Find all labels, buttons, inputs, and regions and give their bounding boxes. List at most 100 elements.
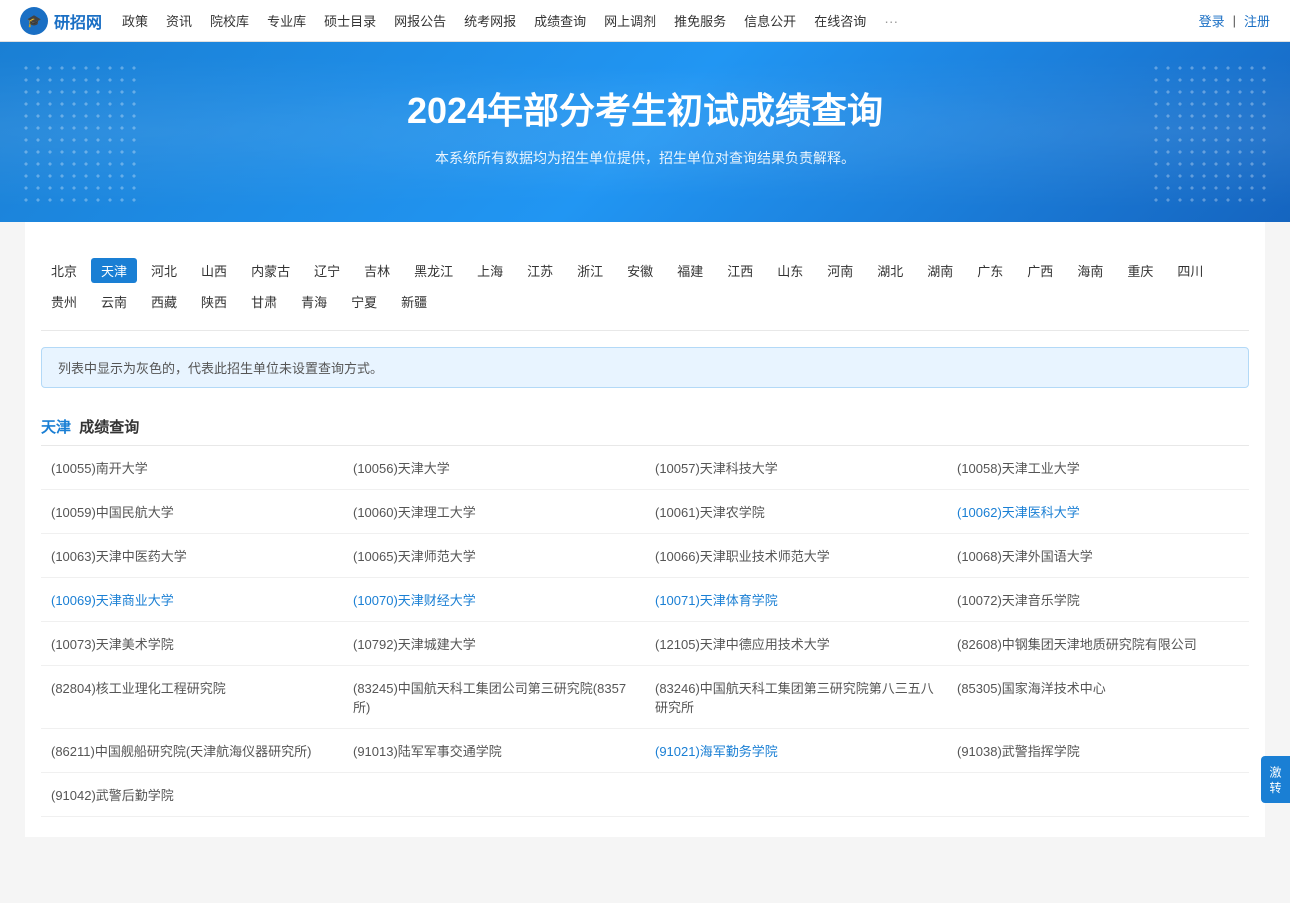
province-山西[interactable]: 山西 bbox=[191, 258, 237, 283]
table-cell: (10057)天津科技大学 bbox=[645, 446, 947, 490]
register-link[interactable]: 注册 bbox=[1244, 11, 1270, 30]
province-广西[interactable]: 广西 bbox=[1017, 258, 1063, 283]
table-cell bbox=[645, 773, 947, 817]
province-宁夏[interactable]: 宁夏 bbox=[341, 289, 387, 314]
nav-separator: | bbox=[1233, 13, 1236, 28]
province-河北[interactable]: 河北 bbox=[141, 258, 187, 283]
province-青海[interactable]: 青海 bbox=[291, 289, 337, 314]
table-cell[interactable]: (10070)天津财经大学 bbox=[343, 578, 645, 622]
nav-adjust[interactable]: 网上调剂 bbox=[604, 11, 656, 30]
province-辽宁[interactable]: 辽宁 bbox=[304, 258, 350, 283]
section-title: 天津 成绩查询 bbox=[41, 404, 1249, 446]
table-cell[interactable]: (91021)海军勤务学院 bbox=[645, 729, 947, 773]
table-cell: (10073)天津美术学院 bbox=[41, 622, 343, 666]
province-浙江[interactable]: 浙江 bbox=[567, 258, 613, 283]
main-container: 北京天津河北山西内蒙古辽宁吉林黑龙江上海江苏浙江安徽福建江西山东河南湖北湖南广东… bbox=[25, 222, 1265, 837]
province-云南[interactable]: 云南 bbox=[91, 289, 137, 314]
nav-policy[interactable]: 政策 bbox=[122, 11, 148, 30]
table-cell bbox=[343, 773, 645, 817]
table-cell: (10066)天津职业技术师范大学 bbox=[645, 534, 947, 578]
table-cell[interactable]: (10071)天津体育学院 bbox=[645, 578, 947, 622]
province-安徽[interactable]: 安徽 bbox=[617, 258, 663, 283]
table-row: (10059)中国民航大学(10060)天津理工大学(10061)天津农学院 (1… bbox=[41, 490, 1249, 534]
nav-report[interactable]: 统考网报 bbox=[464, 11, 516, 30]
nav-consult[interactable]: 在线咨询 bbox=[814, 11, 866, 30]
university-link[interactable]: (91021)海军勤务学院 bbox=[655, 744, 778, 759]
table-cell: (10055)南开大学 bbox=[41, 446, 343, 490]
banner-title: 2024年部分考生初试成绩查询 bbox=[20, 82, 1270, 134]
table-row: (10055)南开大学(10056)天津大学(10057)天津科技大学(1005… bbox=[41, 446, 1249, 490]
university-link[interactable]: (10071)天津体育学院 bbox=[655, 593, 778, 608]
header: 🎓 研招网 政策 资讯 院校库 专业库 硕士目录 网报公告 统考网报 成绩查询 … bbox=[0, 0, 1290, 42]
province-上海[interactable]: 上海 bbox=[467, 258, 513, 283]
province-新疆[interactable]: 新疆 bbox=[391, 289, 437, 314]
university-link[interactable]: (10069)天津商业大学 bbox=[51, 593, 174, 608]
banner-subtitle: 本系统所有数据均为招生单位提供，招生单位对查询结果负责解释。 bbox=[20, 148, 1270, 168]
nav-score[interactable]: 成绩查询 bbox=[534, 11, 586, 30]
table-cell: (91013)陆军军事交通学院 bbox=[343, 729, 645, 773]
table-cell: (10072)天津音乐学院 bbox=[947, 578, 1249, 622]
province-江西[interactable]: 江西 bbox=[717, 258, 763, 283]
province-广东[interactable]: 广东 bbox=[967, 258, 1013, 283]
province-海南[interactable]: 海南 bbox=[1067, 258, 1113, 283]
info-box: 列表中显示为灰色的，代表此招生单位未设置查询方式。 bbox=[41, 347, 1249, 388]
table-row: (10069)天津商业大学 (10070)天津财经大学 (10071)天津体育学院 (… bbox=[41, 578, 1249, 622]
table-cell: (10792)天津城建大学 bbox=[343, 622, 645, 666]
province-天津[interactable]: 天津 bbox=[91, 258, 137, 283]
main-content: 北京天津河北山西内蒙古辽宁吉林黑龙江上海江苏浙江安徽福建江西山东河南湖北湖南广东… bbox=[25, 222, 1265, 837]
nav-schools[interactable]: 院校库 bbox=[210, 11, 249, 30]
table-cell: (82608)中钢集团天津地质研究院有限公司 bbox=[947, 622, 1249, 666]
province-贵州[interactable]: 贵州 bbox=[41, 289, 87, 314]
login-link[interactable]: 登录 bbox=[1199, 11, 1225, 30]
province-福建[interactable]: 福建 bbox=[667, 258, 713, 283]
province-湖南[interactable]: 湖南 bbox=[917, 258, 963, 283]
table-cell: (86211)中国舰船研究院(天津航海仪器研究所) bbox=[41, 729, 343, 773]
nav-info[interactable]: 信息公开 bbox=[744, 11, 796, 30]
table-cell: (10059)中国民航大学 bbox=[41, 490, 343, 534]
table-cell: (83245)中国航天科工集团公司第三研究院(8357所) bbox=[343, 666, 645, 729]
float-button[interactable]: 激 转 bbox=[1261, 756, 1290, 803]
table-row: (86211)中国舰船研究院(天津航海仪器研究所)(91013)陆军军事交通学院… bbox=[41, 729, 1249, 773]
table-cell: (10063)天津中医药大学 bbox=[41, 534, 343, 578]
table-cell: (10060)天津理工大学 bbox=[343, 490, 645, 534]
university-table: (10055)南开大学(10056)天津大学(10057)天津科技大学(1005… bbox=[41, 446, 1249, 817]
table-cell[interactable]: (10062)天津医科大学 bbox=[947, 490, 1249, 534]
table-row: (10073)天津美术学院(10792)天津城建大学(12105)天津中德应用技… bbox=[41, 622, 1249, 666]
table-cell[interactable]: (10069)天津商业大学 bbox=[41, 578, 343, 622]
banner: 2024年部分考生初试成绩查询 本系统所有数据均为招生单位提供，招生单位对查询结… bbox=[0, 42, 1290, 222]
table-cell: (10065)天津师范大学 bbox=[343, 534, 645, 578]
section-label: 成绩查询 bbox=[79, 419, 139, 436]
nav-exempt[interactable]: 推免服务 bbox=[674, 11, 726, 30]
province-西藏[interactable]: 西藏 bbox=[141, 289, 187, 314]
nav-more[interactable]: ··· bbox=[884, 13, 898, 29]
table-cell: (12105)天津中德应用技术大学 bbox=[645, 622, 947, 666]
nav-news[interactable]: 资讯 bbox=[166, 11, 192, 30]
province-row-1: 北京天津河北山西内蒙古辽宁吉林黑龙江上海江苏浙江安徽福建江西山东河南湖北湖南广东… bbox=[41, 258, 1249, 283]
province-江苏[interactable]: 江苏 bbox=[517, 258, 563, 283]
province-吉林[interactable]: 吉林 bbox=[354, 258, 400, 283]
table-cell bbox=[947, 773, 1249, 817]
province-陕西[interactable]: 陕西 bbox=[191, 289, 237, 314]
table-row: (82804)核工业理化工程研究院(83245)中国航天科工集团公司第三研究院(… bbox=[41, 666, 1249, 729]
nav-right: 登录 | 注册 bbox=[1199, 11, 1270, 30]
section-region: 天津 bbox=[41, 419, 71, 436]
table-cell: (82804)核工业理化工程研究院 bbox=[41, 666, 343, 729]
province-重庆[interactable]: 重庆 bbox=[1117, 258, 1163, 283]
table-row: (10063)天津中医药大学(10065)天津师范大学(10066)天津职业技术… bbox=[41, 534, 1249, 578]
university-link[interactable]: (10062)天津医科大学 bbox=[957, 505, 1080, 520]
province-tabs: 北京天津河北山西内蒙古辽宁吉林黑龙江上海江苏浙江安徽福建江西山东河南湖北湖南广东… bbox=[41, 242, 1249, 331]
province-四川[interactable]: 四川 bbox=[1167, 258, 1213, 283]
nav-catalog[interactable]: 硕士目录 bbox=[324, 11, 376, 30]
province-河南[interactable]: 河南 bbox=[817, 258, 863, 283]
nav-notice[interactable]: 网报公告 bbox=[394, 11, 446, 30]
province-湖北[interactable]: 湖北 bbox=[867, 258, 913, 283]
province-黑龙江[interactable]: 黑龙江 bbox=[404, 258, 463, 283]
nav-majors[interactable]: 专业库 bbox=[267, 11, 306, 30]
province-内蒙古[interactable]: 内蒙古 bbox=[241, 258, 300, 283]
logo[interactable]: 🎓 研招网 bbox=[20, 7, 102, 35]
province-北京[interactable]: 北京 bbox=[41, 258, 87, 283]
university-link[interactable]: (10070)天津财经大学 bbox=[353, 593, 476, 608]
province-山东[interactable]: 山东 bbox=[767, 258, 813, 283]
province-甘肃[interactable]: 甘肃 bbox=[241, 289, 287, 314]
table-cell: (10061)天津农学院 bbox=[645, 490, 947, 534]
